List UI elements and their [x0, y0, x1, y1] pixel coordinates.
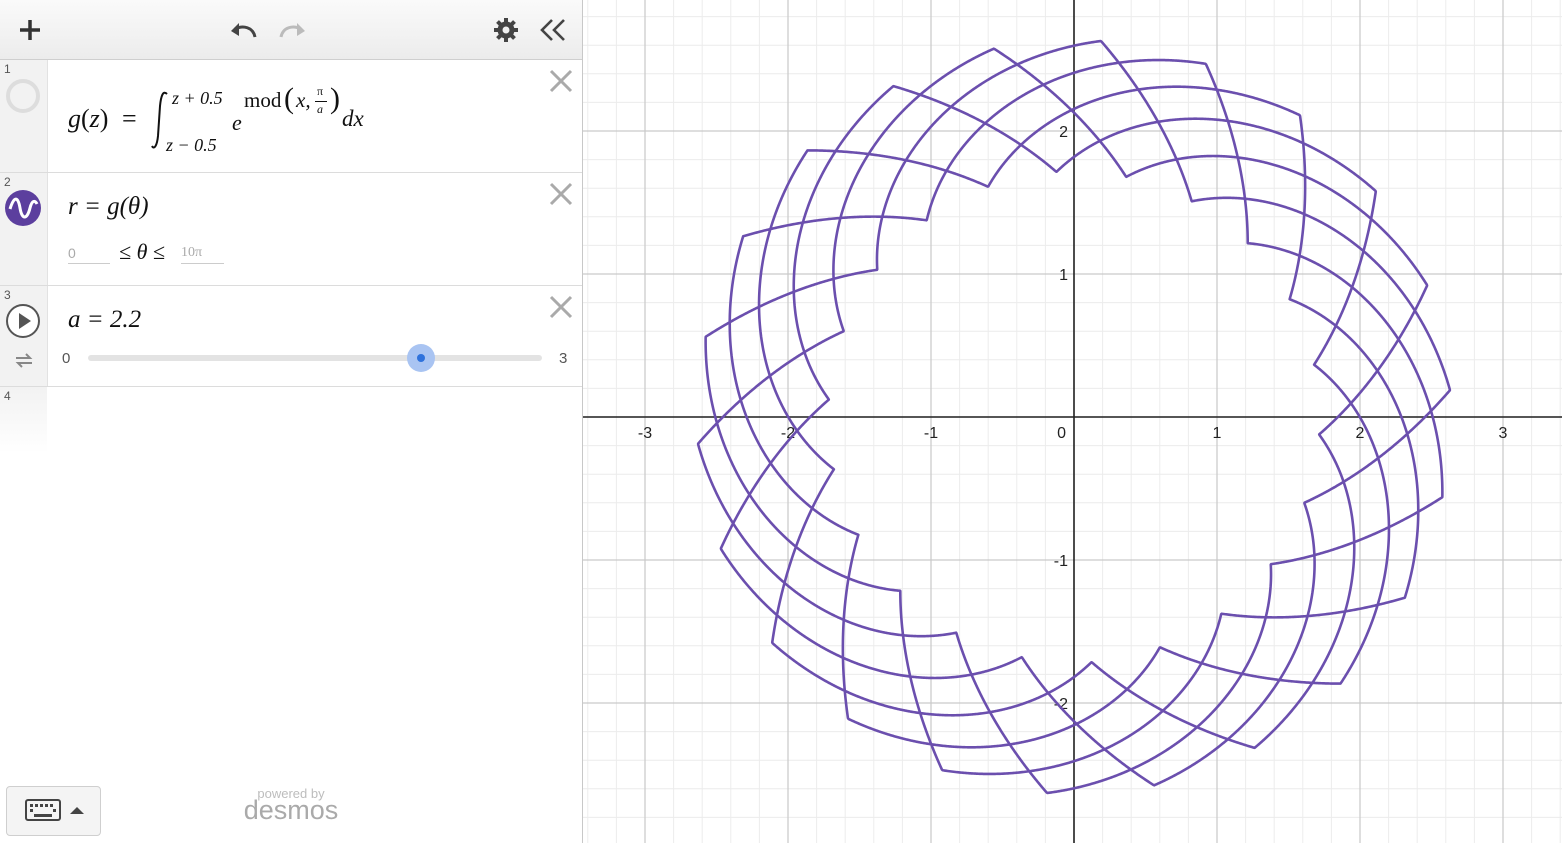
y-tick-label: 2 [1059, 124, 1068, 141]
gear-icon [494, 18, 518, 42]
polar-equation[interactable]: r = g(θ) [68, 193, 149, 221]
expression-row-1[interactable]: 1 g(z) = z + 0.5 z − 0.5 e mod ( x, π a … [0, 60, 582, 173]
theta-min-input[interactable]: 0 [68, 245, 110, 264]
keyboard-icon [25, 799, 61, 821]
y-tick-label: 1 [1059, 267, 1068, 284]
double-chevron-left-icon [540, 19, 565, 41]
redo-button[interactable] [274, 12, 310, 48]
expression-index: 1 [4, 62, 11, 76]
expression-gutter: 2 [0, 173, 48, 285]
theta-range-label: ≤ θ ≤ [119, 239, 165, 264]
expression-gutter: 4 [0, 387, 47, 453]
differential: dx [342, 106, 364, 131]
slider-equation[interactable]: a = 2.2 [68, 306, 141, 334]
slider-max-label[interactable]: 3 [559, 350, 567, 367]
origin-tick-label: 0 [1057, 425, 1066, 442]
expression-gutter: 3 [0, 286, 48, 386]
play-icon[interactable] [5, 303, 41, 339]
a-denominator: a [317, 102, 323, 116]
function-name: g [68, 104, 81, 133]
pi-numerator: π [317, 84, 324, 98]
exponent-base: e [232, 110, 242, 135]
tick-labels: -3 -2 -1 0 1 2 3 2 1 -1 -2 [638, 124, 1508, 713]
axes [583, 0, 1562, 843]
x-tick-label: 3 [1499, 425, 1508, 442]
delete-expression-icon[interactable] [548, 181, 574, 207]
minor-gridlines [583, 0, 1562, 843]
hidden-graph-toggle-icon[interactable] [5, 78, 41, 114]
x-tick-label: 2 [1356, 425, 1365, 442]
curve-style-icon[interactable] [5, 190, 41, 226]
keyboard-toggle-button[interactable] [6, 786, 101, 836]
expression-row-4[interactable]: 4 [0, 387, 582, 453]
lower-bound: z − 0.5 [166, 135, 217, 155]
slider-thumb[interactable] [406, 344, 435, 372]
expression-panel: 1 g(z) = z + 0.5 z − 0.5 e mod ( x, π a … [0, 0, 583, 843]
redo-icon [279, 23, 305, 38]
undo-button[interactable] [226, 12, 262, 48]
powered-by-desmos[interactable]: powered by desmos [240, 786, 342, 826]
graph-paper[interactable]: -3 -2 -1 0 1 2 3 2 1 -1 -2 [583, 0, 1562, 843]
y-tick-label: -2 [1054, 696, 1068, 713]
y-tick-label: -1 [1054, 553, 1068, 570]
undo-icon [231, 23, 257, 38]
expression-index: 2 [4, 175, 11, 189]
plus-icon [20, 20, 40, 40]
expression-row-3[interactable]: 3 a = 2.2 0 3 [0, 286, 582, 387]
upper-bound: z + 0.5 [172, 88, 223, 108]
loop-icon[interactable] [12, 350, 36, 370]
caret-up-icon [70, 807, 84, 814]
expression-list: 1 g(z) = z + 0.5 z − 0.5 e mod ( x, π a … [0, 60, 582, 453]
function-arg: z [89, 104, 100, 133]
expression-row-2[interactable]: 2 r = g(θ) 0 ≤ θ ≤ 10π [0, 173, 582, 286]
delete-expression-icon[interactable] [548, 294, 574, 320]
major-gridlines [583, 0, 1562, 843]
expression-index: 3 [4, 288, 11, 302]
expression-index: 4 [4, 389, 11, 403]
mod-function: mod [244, 88, 282, 112]
delete-expression-icon[interactable] [548, 68, 574, 94]
slider-min-label[interactable]: 0 [62, 350, 70, 367]
x-tick-label: -1 [924, 425, 938, 442]
theta-max-input[interactable]: 10π [181, 245, 224, 264]
expression-gutter: 1 [0, 60, 48, 172]
slider-track[interactable] [88, 355, 542, 361]
add-expression-button[interactable] [12, 12, 48, 48]
mod-x: x, [296, 88, 311, 112]
graph-canvas[interactable]: -3 -2 -1 0 1 2 3 2 1 -1 -2 [583, 0, 1562, 843]
settings-button[interactable] [488, 12, 524, 48]
x-tick-label: 1 [1213, 425, 1222, 442]
toolbar [0, 0, 582, 60]
collapse-panel-button[interactable] [535, 12, 571, 48]
x-tick-label: -3 [638, 425, 652, 442]
desmos-logo: desmos [243, 795, 339, 825]
